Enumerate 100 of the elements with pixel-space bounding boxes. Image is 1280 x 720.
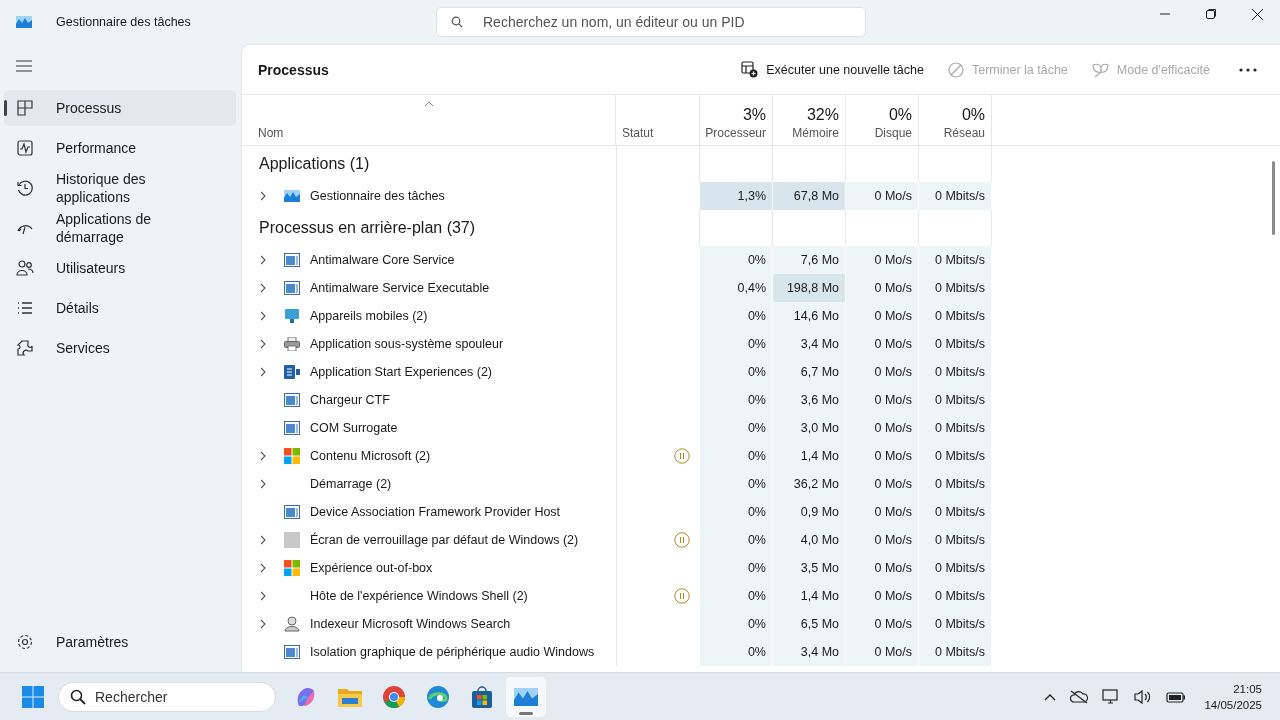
- scrollbar-thumb[interactable]: [1272, 161, 1275, 235]
- start-button[interactable]: [20, 683, 46, 710]
- column-header[interactable]: 0% Disque: [846, 95, 919, 145]
- group-heading: Applications (1): [258, 154, 371, 174]
- process-name: Isolation graphique de périphérique audio Windows: [310, 645, 595, 659]
- chevron-right-icon[interactable]: [260, 535, 266, 545]
- table-cell: 0 Mo/s: [846, 414, 919, 442]
- sidebar-item[interactable]: Historique des applications: [4, 170, 236, 206]
- process-row[interactable]: Antimalware Core Service 0% 7,6 Mo 0 Mo/s 0 Mbits/s: [242, 246, 1280, 274]
- process-row[interactable]: Antimalware Service Executable 0,4% 198,8 Mo 0 Mo/s 0 Mbits/s: [242, 274, 1280, 302]
- table-cell: 0 Mbits/s: [919, 442, 992, 470]
- process-name: Device Association Framework Provider Host: [310, 505, 561, 519]
- table-cell: 0 Mo/s: [846, 470, 919, 498]
- search-icon: [70, 688, 86, 705]
- chevron-up-icon[interactable]: [1044, 692, 1057, 701]
- process-row[interactable]: Indexeur Microsoft Windows Search 0% 6,5 Mo 0 Mo/s 0 Mbits/s: [242, 610, 1280, 638]
- sidebar-item[interactable]: Services: [4, 330, 236, 366]
- taskbar-app[interactable]: [506, 676, 546, 717]
- table-cell: 7,6 Mo: [773, 246, 846, 274]
- process-row[interactable]: Application sous-système spouleur 0% 3,4 Mo 0 Mo/s 0 Mbits/s: [242, 330, 1280, 358]
- table-cell: 3,0 Mo: [773, 414, 846, 442]
- table-cell: 0 Mbits/s: [919, 498, 992, 526]
- table-cell: 36,2 Mo: [773, 470, 846, 498]
- chevron-right-icon[interactable]: [260, 191, 266, 201]
- cloud-off-icon[interactable]: [1070, 689, 1089, 704]
- column-header[interactable]: Nom: [242, 95, 616, 145]
- column-header[interactable]: 32% Mémoire: [773, 95, 846, 145]
- sidebar-item[interactable]: Détails: [4, 290, 236, 326]
- menu-icon: [16, 60, 32, 72]
- sidebar-item[interactable]: Utilisateurs: [4, 250, 236, 286]
- table-cell: 0 Mo/s: [846, 330, 919, 358]
- volume-icon[interactable]: [1134, 688, 1153, 705]
- chart-window-icon: [514, 687, 538, 706]
- settings-icon: [16, 633, 34, 651]
- battery-icon[interactable]: [1166, 689, 1187, 704]
- process-row[interactable]: Appareils mobiles (2) 0% 14,6 Mo 0 Mo/s 0 Mbits/s: [242, 302, 1280, 330]
- table-cell: 0 Mo/s: [846, 302, 919, 330]
- process-row[interactable]: Hôte de l'expérience Windows Shell (2) 0% 1,4 Mo 0 Mo/s 0 Mbits/s: [242, 582, 1280, 610]
- process-name: Appareils mobiles (2): [310, 309, 428, 323]
- table-cell: 0 Mo/s: [846, 554, 919, 582]
- process-name: Chargeur CTF: [310, 393, 390, 407]
- process-row[interactable]: Expérience out-of-box 0% 3,5 Mo 0 Mo/s 0 Mbits/s: [242, 554, 1280, 582]
- process-row[interactable]: COM Surrogate 0% 3,0 Mo 0 Mo/s 0 Mbits/s: [242, 414, 1280, 442]
- printer-icon: [284, 337, 300, 351]
- process-row[interactable]: Contenu Microsoft (2) 0% 1,4 Mo 0 Mo/s 0 Mbits/s: [242, 442, 1280, 470]
- app-tile-icon: [284, 365, 300, 379]
- process-name: COM Surrogate: [310, 421, 398, 435]
- process-row[interactable]: Démarrage (2) 0% 36,2 Mo 0 Mo/s 0 Mbits/s: [242, 470, 1280, 498]
- chevron-right-icon[interactable]: [260, 339, 266, 349]
- process-row[interactable]: Gestionnaire des tâches 1,3% 67,8 Mo 0 Mo/s 0 Mbits/s: [242, 182, 1280, 210]
- pause-icon: [674, 588, 690, 604]
- toolbar-button[interactable]: Exécuter une nouvelle tâche: [733, 53, 932, 86]
- process-row[interactable]: Écran de verrouillage par défaut de Windows (2) 0% 4,0 Mo 0 Mo/s 0 Mbits/s: [242, 526, 1280, 554]
- process-row[interactable]: Device Association Framework Provider Host 0% 0,9 Mo 0 Mo/s 0 Mbits/s: [242, 498, 1280, 526]
- process-row[interactable]: Chargeur CTF 0% 3,6 Mo 0 Mo/s 0 Mbits/s: [242, 386, 1280, 414]
- window-app-icon: [284, 393, 300, 407]
- chevron-right-icon[interactable]: [260, 283, 266, 293]
- table-cell: 6,7 Mo: [773, 358, 846, 386]
- chevron-right-icon[interactable]: [260, 591, 266, 601]
- network-monitor-icon[interactable]: [1102, 688, 1121, 705]
- settings-item[interactable]: Paramètres: [4, 624, 236, 660]
- column-header[interactable]: Statut: [616, 95, 700, 145]
- list-icon: [16, 299, 34, 317]
- chevron-right-icon[interactable]: [260, 619, 266, 629]
- users-icon: [16, 259, 34, 277]
- search-field[interactable]: Recherchez un nom, un éditeur ou un PID: [436, 7, 866, 37]
- table-cell: 1,4 Mo: [773, 442, 846, 470]
- chevron-right-icon[interactable]: [260, 479, 266, 489]
- sidebar-item[interactable]: Applications de démarrage: [4, 210, 236, 246]
- process-name: Application Start Experiences (2): [310, 365, 493, 379]
- pause-icon: [674, 448, 690, 464]
- table-cell: 0%: [700, 330, 773, 358]
- table-cell: 0 Mbits/s: [919, 554, 992, 582]
- table-cell: 0 Mbits/s: [919, 246, 992, 274]
- process-row[interactable]: Application Start Experiences (2) 0% 6,7 Mo 0 Mo/s 0 Mbits/s: [242, 358, 1280, 386]
- chevron-right-icon[interactable]: [260, 311, 266, 321]
- chevron-right-icon[interactable]: [260, 367, 266, 377]
- chevron-right-icon[interactable]: [260, 451, 266, 461]
- four-squares-icon: [284, 560, 300, 576]
- table-cell: 0,4%: [700, 274, 773, 302]
- column-header[interactable]: 0% Réseau: [919, 95, 992, 145]
- sidebar-item[interactable]: Performance: [4, 130, 236, 166]
- sidebar-item[interactable]: Processus: [4, 90, 236, 126]
- process-row[interactable]: Isolation graphique de périphérique audio Windows 0% 3,4 Mo 0 Mo/s 0 Mbits/s: [242, 638, 1280, 666]
- table-cell: 0 Mo/s: [846, 582, 919, 610]
- chevron-right-icon[interactable]: [260, 255, 266, 265]
- table-cell: 1,4 Mo: [773, 582, 846, 610]
- table-cell: 0 Mbits/s: [919, 358, 992, 386]
- table-cell: 0 Mbits/s: [919, 414, 992, 442]
- grid-icon: [16, 99, 34, 117]
- table-cell: 3,4 Mo: [773, 330, 846, 358]
- clock[interactable]: 21:05 14/05/2025: [1204, 680, 1262, 713]
- window-app-icon: [284, 253, 300, 267]
- table-cell: 0%: [700, 526, 773, 554]
- folder-icon: [338, 686, 362, 707]
- column-header[interactable]: 3% Processeur: [700, 95, 773, 145]
- taskbar-search-field[interactable]: Rechercher: [58, 681, 276, 712]
- wave-circle-icon: [426, 684, 450, 709]
- chevron-right-icon[interactable]: [260, 563, 266, 573]
- group-heading: Processus en arrière-plan (37): [258, 218, 477, 238]
